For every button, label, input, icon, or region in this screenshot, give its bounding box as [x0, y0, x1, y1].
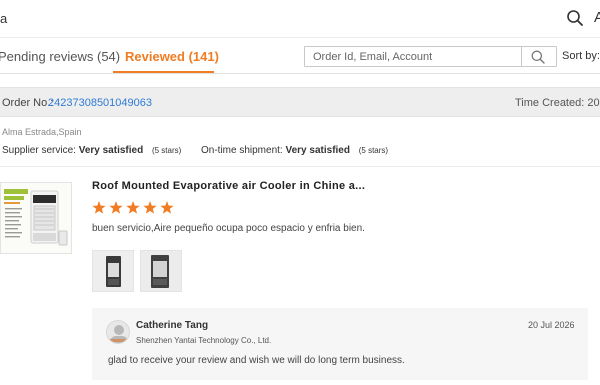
reply-company: Shenzhen Yantai Technology Co., Ltd. — [136, 336, 272, 345]
star-icon — [160, 201, 174, 214]
product-star-rating — [92, 201, 177, 217]
section-divider — [0, 166, 600, 167]
shipment-stars: (5 stars) — [358, 146, 389, 155]
review-photo[interactable] — [140, 250, 182, 292]
avatar — [106, 320, 130, 344]
reply-author-name: Catherine Tang — [136, 320, 209, 331]
order-number-label: Order No.: — [2, 97, 54, 109]
star-icon — [126, 201, 140, 214]
shipment-label: On-time shipment: — [201, 145, 283, 156]
supplier-service-value: Very satisfied — [78, 145, 144, 156]
page-title-fragment: a — [0, 11, 8, 26]
order-number-link[interactable]: 24237308501049063 — [48, 97, 152, 109]
shipment-value: Very satisfied — [285, 145, 350, 156]
search-icon[interactable] — [530, 49, 546, 65]
search-icon[interactable] — [566, 9, 584, 27]
search-divider — [521, 47, 522, 66]
tab-pending-reviews[interactable]: Pending reviews (54) — [0, 49, 120, 64]
review-text: buen servicio,Aire pequeño ocupa poco es… — [92, 223, 365, 234]
supplier-service-stars: (5 stars) — [151, 146, 182, 155]
account-menu-fragment[interactable]: A — [594, 9, 600, 26]
shipment-rating: On-time shipment: Very satisfied (5 star… — [201, 145, 388, 156]
time-created: Time Created: 2026 — [515, 97, 600, 109]
sort-by-dropdown[interactable]: Sort by: T — [562, 50, 600, 62]
star-icon — [92, 201, 106, 214]
active-tab-indicator — [113, 71, 214, 73]
star-icon — [143, 201, 157, 214]
top-bar: a A — [0, 0, 600, 38]
star-icon — [109, 201, 123, 214]
reply-text: glad to receive your review and wish we … — [108, 355, 405, 366]
order-search-box — [304, 46, 557, 67]
supplier-reply: Catherine Tang Shenzhen Yantai Technolog… — [92, 308, 588, 380]
supplier-service-label: Supplier service: — [2, 145, 76, 156]
review-photo[interactable] — [92, 250, 134, 292]
search-input[interactable] — [305, 47, 521, 66]
supplier-service-rating: Supplier service: Very satisfied (5 star… — [2, 145, 181, 156]
tab-reviewed[interactable]: Reviewed (141) — [125, 49, 219, 64]
product-image[interactable] — [0, 182, 72, 254]
product-title-link[interactable]: Roof Mounted Evaporative air Cooler in C… — [92, 180, 365, 192]
buyer-name: Alma Estrada,Spain — [2, 127, 82, 137]
reply-date: 20 Jul 2026 — [528, 320, 575, 330]
order-header: Order No.: 24237308501049063 Time Create… — [0, 87, 600, 117]
